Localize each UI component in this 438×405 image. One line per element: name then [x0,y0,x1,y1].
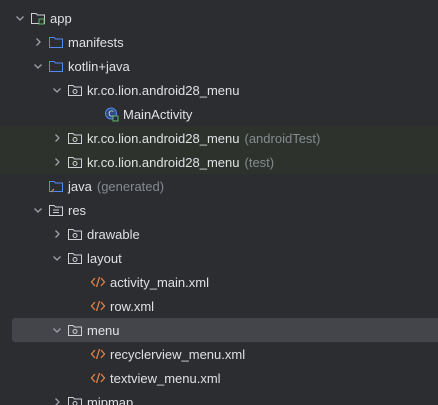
source-folder-icon [48,58,64,74]
tree-item-app[interactable]: app [0,6,438,30]
tree-item-label: manifests [68,34,124,50]
xml-file-icon [90,274,106,290]
tree-item-main-activity[interactable]: C MainActivity [0,102,438,126]
tree-item-label: MainActivity [123,106,193,122]
tree-item-label: res [68,202,87,218]
tree-item-package-test[interactable]: kr.co.lion.android28_menu (test) [0,150,438,174]
package-icon [67,394,83,405]
tree-item-label: drawable [87,226,140,242]
tree-item-activity-main-xml[interactable]: activity_main.xml [0,270,438,294]
chevron-right-icon[interactable] [49,154,65,170]
chevron-right-icon[interactable] [49,130,65,146]
tree-item-hint: (generated) [96,178,165,194]
tree-item-hint: (androidTest) [244,130,321,146]
tree-item-label: menu [87,322,120,338]
tree-item-hint: (test) [244,154,275,170]
tree-item-label: mipmap [87,394,134,405]
tree-item-label: kr.co.lion.android28_menu [87,130,240,146]
chevron-down-icon[interactable] [30,58,46,74]
chevron-down-icon[interactable] [49,250,65,266]
chevron-right-icon[interactable] [49,226,65,242]
package-icon [67,130,83,146]
chevron-down-icon[interactable] [30,202,46,218]
tree-item-label: layout [87,250,122,266]
activity-class-icon: C [103,106,119,122]
tree-item-menu[interactable]: menu [12,318,438,342]
tree-item-label: recyclerview_menu.xml [110,346,246,362]
folder-icon [48,34,64,50]
chevron-down-icon[interactable] [49,82,65,98]
package-icon [67,250,83,266]
tree-item-manifests[interactable]: manifests [0,30,438,54]
generated-folder-icon [48,178,64,194]
module-folder-icon [30,10,46,26]
tree-item-label: kotlin+java [68,58,130,74]
tree-item-label: kr.co.lion.android28_menu [87,154,240,170]
tree-item-mipmap[interactable]: mipmap [0,390,438,405]
xml-file-icon [90,298,106,314]
project-tree: app manifests kotlin+java kr.co.lion.and… [0,6,438,405]
tree-item-label: textview_menu.xml [110,370,221,386]
tree-item-label: java [68,178,92,194]
tree-item-textview-menu-xml[interactable]: textview_menu.xml [0,366,438,390]
tree-item-res[interactable]: res [0,198,438,222]
tree-item-package-android-test[interactable]: kr.co.lion.android28_menu (androidTest) [0,126,438,150]
chevron-down-icon[interactable] [12,10,28,26]
xml-file-icon [90,346,106,362]
package-icon [67,154,83,170]
package-icon [67,82,83,98]
tree-item-recyclerview-menu-xml[interactable]: recyclerview_menu.xml [0,342,438,366]
xml-file-icon [90,370,106,386]
tree-item-java-generated[interactable]: java (generated) [0,174,438,198]
chevron-down-icon[interactable] [49,322,65,338]
tree-item-label: app [50,10,72,26]
tree-item-drawable[interactable]: drawable [0,222,438,246]
tree-item-kotlin-java[interactable]: kotlin+java [0,54,438,78]
package-icon [67,322,83,338]
tree-item-row-xml[interactable]: row.xml [0,294,438,318]
tree-item-layout[interactable]: layout [0,246,438,270]
tree-item-label: kr.co.lion.android28_menu [87,82,240,98]
tree-item-label: activity_main.xml [110,274,209,290]
resource-folder-icon [48,202,64,218]
chevron-right-icon[interactable] [30,34,46,50]
chevron-right-icon[interactable] [49,394,65,405]
tree-item-label: row.xml [110,298,155,314]
package-icon [67,226,83,242]
tree-item-package[interactable]: kr.co.lion.android28_menu [0,78,438,102]
